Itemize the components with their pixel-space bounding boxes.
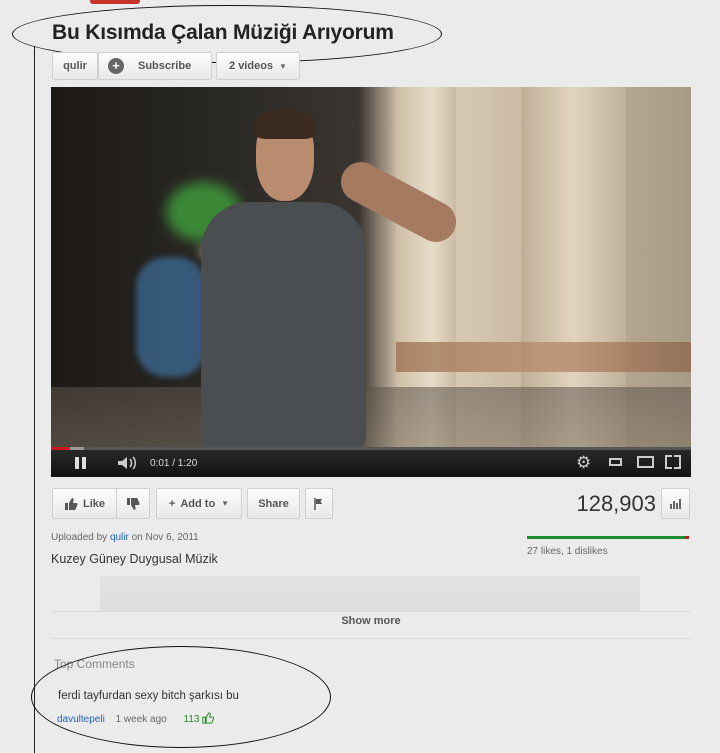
comment-annotation-ellipse — [31, 646, 331, 748]
divider — [51, 611, 691, 612]
video-scene-band — [396, 342, 691, 372]
pause-icon[interactable] — [75, 457, 87, 469]
player-control-bar: 0:01 / 1:20 ⚙ — [51, 447, 691, 477]
subscribe-button[interactable]: + Subscribe — [98, 52, 212, 80]
share-label: Share — [258, 497, 289, 510]
dislikes-ratio-bar — [685, 536, 689, 539]
chevron-down-icon: ▼ — [221, 499, 230, 508]
dislike-button[interactable] — [116, 488, 150, 519]
like-button[interactable]: Like — [52, 488, 117, 519]
plus-icon: + — [168, 497, 176, 510]
channel-name: qulir — [63, 60, 87, 72]
uploader-link[interactable]: qulir — [110, 532, 129, 543]
description-fade — [100, 576, 640, 612]
video-scene-man-hair — [254, 109, 316, 139]
youtube-logo-fragment[interactable] — [90, 0, 140, 4]
thumbs-up-icon — [64, 497, 78, 511]
bar-chart-icon — [669, 498, 682, 509]
show-more-button[interactable]: Show more — [51, 615, 691, 627]
video-player-frame[interactable] — [51, 87, 691, 447]
view-count: 128,903 — [576, 491, 656, 516]
fullscreen-icon[interactable] — [665, 455, 681, 469]
chevron-down-icon: ▼ — [279, 61, 287, 71]
share-button[interactable]: Share — [247, 488, 300, 519]
video-scene-figure — [136, 257, 206, 377]
upload-date: on Nov 6, 2011 — [131, 532, 199, 543]
video-description: Kuzey Güney Duygusal Müzik — [51, 552, 218, 566]
likes-ratio-bar — [527, 536, 689, 539]
thumbs-down-icon — [126, 497, 140, 511]
volume-icon[interactable] — [117, 456, 137, 475]
channel-name-button[interactable]: qulir — [52, 52, 98, 80]
progress-bar[interactable] — [51, 447, 691, 450]
annotation-line — [34, 46, 35, 753]
time-display: 0:01 / 1:20 — [150, 458, 198, 469]
progress-played — [51, 447, 71, 450]
add-to-label: Add to — [180, 497, 216, 510]
divider — [51, 638, 691, 639]
stats-button[interactable] — [661, 488, 690, 519]
upload-prefix: Uploaded by — [51, 532, 108, 543]
flag-icon — [314, 497, 324, 510]
video-scene-floor — [51, 387, 691, 447]
channel-videos-button[interactable]: 2 videos ▼ — [216, 52, 300, 80]
progress-loaded — [70, 447, 85, 450]
likes-summary: 27 likes, 1 dislikes — [527, 546, 608, 557]
gear-icon[interactable]: ⚙ — [576, 453, 591, 473]
videos-label: 2 videos — [229, 60, 274, 72]
add-to-button[interactable]: + Add to ▼ — [156, 488, 242, 519]
small-player-icon[interactable] — [609, 458, 622, 466]
video-scene-man-body — [201, 202, 366, 447]
like-label: Like — [82, 497, 105, 510]
upload-info: Uploaded by qulir on Nov 6, 2011 — [51, 532, 199, 543]
large-player-icon[interactable] — [637, 456, 654, 468]
plus-icon: + — [108, 58, 124, 74]
subscribe-label: Subscribe — [138, 60, 192, 72]
flag-button[interactable] — [305, 488, 333, 519]
